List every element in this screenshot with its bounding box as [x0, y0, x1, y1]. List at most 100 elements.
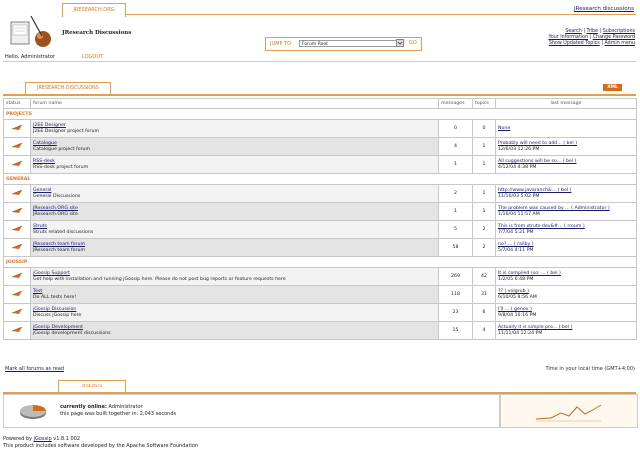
- jump-to-select[interactable]: Forum Root: [299, 40, 397, 47]
- last-message-link[interactable]: It is compiled (so: ... ( bel ): [498, 271, 561, 276]
- forum-last-message: Probably will need to add... ( bel ) 12/…: [495, 137, 637, 156]
- forum-topics: 4: [472, 321, 496, 340]
- section-rule: [3, 94, 636, 96]
- forum-name-cell: jGossip Support Get help with installati…: [30, 267, 439, 286]
- forum-link[interactable]: Test: [33, 289, 42, 294]
- search-link[interactable]: Search: [565, 29, 581, 34]
- last-message-link[interactable]: no? ... ( railby ): [498, 242, 534, 247]
- last-message-date: 7/7/04 5:21 PM: [498, 229, 534, 235]
- forum-status-icon: [11, 225, 23, 231]
- forum-messages: 2: [438, 184, 473, 203]
- xml-feed-button[interactable]: XML: [603, 84, 622, 91]
- category-title: GENERAL: [3, 173, 637, 185]
- top-link-discussions[interactable]: JResearch discussions: [574, 6, 634, 12]
- change-password-link[interactable]: Change Password: [593, 35, 635, 40]
- last-message-link[interactable]: This is from struts-dev&#... ( rroum ): [498, 224, 585, 229]
- powered-by: Powered by jGossip v1.8.1 002 This produ…: [3, 436, 198, 450]
- last-message-link[interactable]: Actually it is simple pro... ( bel ): [498, 325, 572, 330]
- show-updated-topics-link[interactable]: Show Updated Topics: [549, 41, 600, 46]
- last-message-date: 6/10/05 8:56 AM: [498, 294, 537, 300]
- forum-messages: 23: [438, 303, 473, 322]
- go-button[interactable]: GO: [409, 40, 417, 46]
- forum-last-message: ?? ( volgrub ) 6/10/05 8:56 AM: [495, 285, 637, 304]
- forum-link[interactable]: jGossip Discussion: [33, 307, 76, 312]
- last-message-link[interactable]: Probably will need to add... ( bel ): [498, 141, 577, 146]
- forum-name-cell: RSS-desk RSS-desk project forum: [30, 155, 439, 174]
- forum-link[interactable]: jGossip Development: [33, 325, 83, 330]
- forum-row: General General Discussions 2 1 http://w…: [3, 184, 637, 203]
- forum-messages: 15: [438, 321, 473, 340]
- category-row: PROJECTS: [3, 108, 637, 120]
- forum-row: Test Do ALL tests here! 118 31 ?? ( volg…: [3, 285, 637, 304]
- forum-row: J2EE Designer J2EE Designer project foru…: [3, 119, 637, 138]
- last-message-link[interactable]: None: [498, 126, 510, 131]
- forum-messages: 118: [438, 285, 473, 304]
- forum-name-cell: J2EE Designer J2EE Designer project foru…: [30, 119, 439, 138]
- tab-jresearch[interactable]: JRESEARCH.ORG: [62, 3, 126, 17]
- col-status: status: [3, 98, 31, 109]
- your-information-link[interactable]: Your Information: [548, 35, 588, 40]
- online-label: currently online:: [60, 404, 107, 410]
- forum-topics: 31: [472, 285, 496, 304]
- mark-all-read-link[interactable]: Mark all forums as read: [5, 366, 64, 372]
- logout-link[interactable]: LOGOUT: [82, 54, 103, 60]
- forum-status-cell: [3, 220, 31, 239]
- forum-link[interactable]: JResearch team forum: [33, 242, 85, 247]
- forum-table: status forum name messages topics last m…: [3, 98, 637, 340]
- forum-row: Catalogue Catalogue project forum 4 1 Pr…: [3, 137, 637, 156]
- forum-status-cell: [3, 267, 31, 286]
- greeting: Hello, Administrator: [5, 54, 55, 60]
- forum-topics: 0: [472, 119, 496, 138]
- build-label: this page was built together in:: [60, 411, 139, 417]
- forum-link[interactable]: Catalogue: [33, 141, 57, 146]
- forum-row: Struts Struts related discussions 5 2 Th…: [3, 220, 637, 239]
- forum-link[interactable]: General: [33, 188, 51, 193]
- forum-description: JResearch team forum: [33, 247, 86, 253]
- activity-graph-icon: [535, 404, 602, 422]
- last-message-date: 11/11/04 12:24 PM: [498, 330, 543, 336]
- subscriptions-link[interactable]: Subscriptions: [603, 29, 635, 34]
- forum-messages: 269: [438, 267, 473, 286]
- forum-description: Get help with installation and running j…: [33, 276, 286, 282]
- forum-messages: 1: [438, 155, 473, 174]
- forum-name-cell: jGossip Development jGossip development …: [30, 321, 439, 340]
- forum-status-cell: [3, 321, 31, 340]
- forum-topics: 1: [472, 155, 496, 174]
- tribe-link[interactable]: Tribe: [586, 29, 598, 34]
- user-links: Search | Tribe | Subscriptions Your Info…: [548, 29, 635, 46]
- last-message-date: 9/8/04 10:16 PM: [498, 312, 537, 318]
- forum-status-cell: [3, 303, 31, 322]
- statistics-text: currently online: Administrator this pag…: [60, 404, 176, 418]
- license-note: This product includes software developed…: [3, 443, 199, 449]
- forum-link[interactable]: J2EE Designer: [33, 123, 66, 128]
- forum-last-message: It is compiled (so: ... ( bel ) 1/2/05 6…: [495, 267, 637, 286]
- forum-link[interactable]: jGossip Support: [33, 271, 70, 276]
- last-message-link[interactable]: ?? ( volgrub ): [498, 289, 529, 294]
- forum-last-message: The problem was caused by ... ( Administ…: [495, 202, 637, 221]
- forum-row: RSS-desk RSS-desk project forum 1 1 All …: [3, 155, 637, 174]
- forum-messages: 5: [438, 220, 473, 239]
- forum-link[interactable]: RSS-desk: [33, 159, 55, 164]
- forum-link[interactable]: JResearch.ORG site: [33, 206, 78, 211]
- jump-to-label: JUMP TO: [270, 41, 292, 47]
- powered-version: v1.8.1 002: [53, 436, 81, 442]
- forum-status-cell: [3, 155, 31, 174]
- last-message-link[interactable]: All suggestions will be so... ( bel ): [498, 159, 576, 164]
- activity-graph: [500, 394, 638, 428]
- last-message-link[interactable]: http://www.javaranch&... ( bel ): [498, 188, 571, 193]
- forum-status-icon: [11, 326, 23, 332]
- forum-name-cell: Test Do ALL tests here!: [30, 285, 439, 304]
- jgossip-link[interactable]: jGossip: [34, 436, 52, 442]
- last-message-date: 11/10/03 5:02 PM: [498, 193, 540, 199]
- forum-name-cell: JResearch team forum JResearch team foru…: [30, 238, 439, 257]
- admin-menu-link[interactable]: Admin menu: [604, 41, 635, 46]
- forum-link[interactable]: Struts: [33, 224, 47, 229]
- forum-topics: 1: [472, 137, 496, 156]
- jump-dropdown-button[interactable]: [396, 39, 404, 47]
- forum-status-cell: [3, 137, 31, 156]
- forum-status-icon: [11, 142, 23, 148]
- last-message-link[interactable]: I'll ... ( genov ): [498, 307, 532, 312]
- forum-messages: 4: [438, 137, 473, 156]
- last-message-link[interactable]: The problem was caused by ... ( Administ…: [498, 206, 610, 211]
- last-message-date: 12/6/03 12:26 PM: [498, 146, 540, 152]
